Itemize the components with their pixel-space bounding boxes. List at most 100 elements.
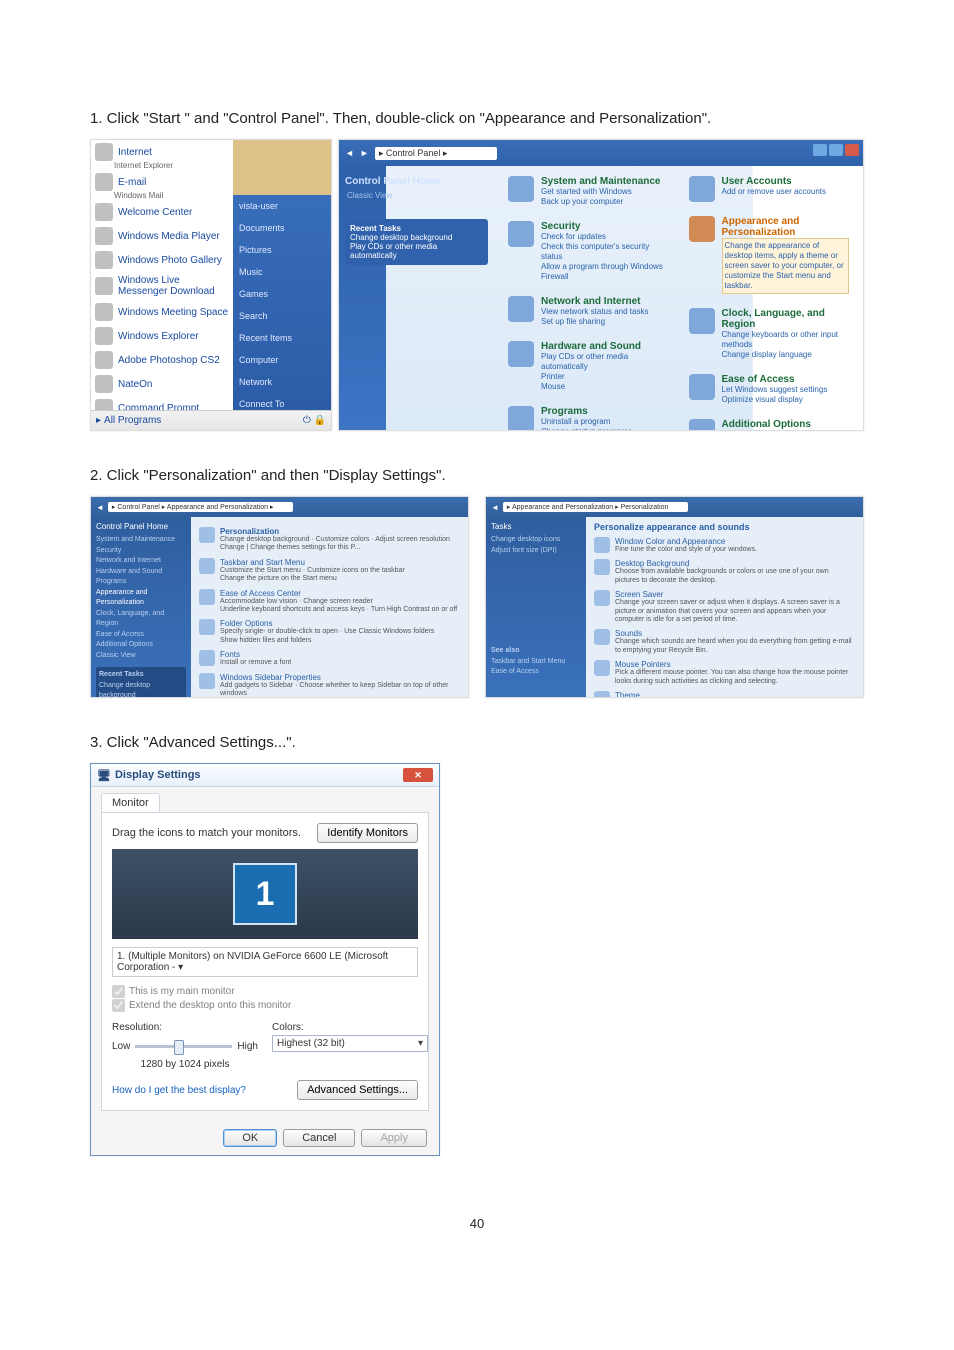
ap-side-item[interactable]: Security: [96, 546, 186, 557]
sm-gallery[interactable]: Windows Photo Gallery: [91, 248, 233, 272]
sm-pictures[interactable]: Pictures: [233, 239, 331, 261]
ap-taskbar[interactable]: Taskbar and Start MenuCustomize the Star…: [199, 558, 460, 584]
cp-cat-addl[interactable]: Additional Options: [689, 419, 850, 431]
sm-ps[interactable]: Adobe Photoshop CS2: [91, 348, 233, 372]
pz-see-item[interactable]: Taskbar and Start Menu: [491, 658, 565, 665]
sm-search[interactable]: Search: [233, 305, 331, 327]
ap-sidebar[interactable]: Windows Sidebar PropertiesAdd gadgets to…: [199, 673, 460, 698]
ap-side-item[interactable]: Hardware and Sound: [96, 567, 186, 578]
slider-track[interactable]: [135, 1045, 232, 1048]
ap-ease[interactable]: Ease of Access CenterAccommodate low vis…: [199, 589, 460, 615]
power-buttons[interactable]: ⏻ 🔒: [303, 415, 326, 426]
window-controls[interactable]: [813, 144, 859, 156]
cp-cat-hardware[interactable]: Hardware and SoundPlay CDs or other medi…: [508, 341, 669, 392]
pz-theme[interactable]: ThemeChange the theme. Themes can change…: [594, 691, 855, 698]
ap-side-item[interactable]: System and Maintenance: [96, 535, 186, 546]
cp-cat-users[interactable]: User AccountsAdd or remove user accounts: [689, 176, 850, 202]
sm-welcome[interactable]: Welcome Center: [91, 200, 233, 224]
sm-meeting[interactable]: Windows Meeting Space: [91, 300, 233, 324]
sm-games[interactable]: Games: [233, 283, 331, 305]
ap-side-home[interactable]: Control Panel Home: [96, 521, 186, 533]
ap-side-item[interactable]: Programs: [96, 577, 186, 588]
ap-address[interactable]: ◄ ▸ Control Panel ▸ Appearance and Perso…: [91, 497, 468, 517]
resolution-slider[interactable]: Low High: [112, 1035, 258, 1057]
ap-side-item-active[interactable]: Appearance and Personalization: [96, 588, 186, 609]
cp-cat-links[interactable]: Check for updates Check this computer's …: [541, 232, 669, 282]
ap-side-classic[interactable]: Classic View: [96, 651, 186, 662]
ap-recent-item[interactable]: Change desktop background: [99, 682, 150, 699]
sm-recent[interactable]: Recent Items: [233, 327, 331, 349]
cp-cat-network[interactable]: Network and InternetView network status …: [508, 296, 669, 327]
cp-cat-appearance[interactable]: Appearance and PersonalizationChange the…: [689, 216, 850, 294]
pz-mouse[interactable]: Mouse PointersPick a different mouse poi…: [594, 660, 855, 686]
ap-side-item[interactable]: Clock, Language, and Region: [96, 609, 186, 630]
sm-music[interactable]: Music: [233, 261, 331, 283]
ap-side-item[interactable]: Ease of Access: [96, 630, 186, 641]
cp-addressbar[interactable]: ◄ ► ▸ Control Panel ▸: [339, 140, 863, 166]
advanced-settings-button[interactable]: Advanced Settings...: [297, 1080, 418, 1100]
pz-bg[interactable]: Desktop BackgroundChoose from available …: [594, 559, 855, 585]
help-link[interactable]: How do I get the best display?: [112, 1085, 246, 1096]
cp-cat-access[interactable]: Ease of AccessLet Windows suggest settin…: [689, 374, 850, 405]
ap-item-desc[interactable]: Specify single- or double-click to open …: [220, 628, 434, 645]
sm-nateon[interactable]: NateOn: [91, 372, 233, 396]
sm-messenger[interactable]: Windows Live Messenger Download: [91, 272, 233, 300]
cancel-button[interactable]: Cancel: [283, 1129, 355, 1147]
tab-monitor[interactable]: Monitor: [101, 793, 160, 812]
cp-cat-security[interactable]: SecurityCheck for updates Check this com…: [508, 221, 669, 282]
ap-side-item[interactable]: Network and Internet: [96, 556, 186, 567]
monitor-select[interactable]: 1. (Multiple Monitors) on NVIDIA GeForce…: [112, 947, 418, 977]
pz-item-title: Sounds: [615, 629, 855, 638]
cp-cat-links[interactable]: View network status and tasks Set up fil…: [541, 307, 648, 327]
ap-item-desc[interactable]: Customize the Start menu · Customize ico…: [220, 567, 405, 584]
sm-network[interactable]: Network: [233, 371, 331, 393]
monitor-1[interactable]: 1: [233, 863, 297, 925]
pz-side-item[interactable]: Change desktop icons: [491, 535, 581, 546]
pz-wincolor[interactable]: Window Color and AppearanceFine tune the…: [594, 537, 855, 554]
cp-classic-link[interactable]: Classic View: [347, 191, 488, 201]
ap-side-item[interactable]: Additional Options: [96, 640, 186, 651]
cp-cat-links[interactable]: Uninstall a program Change startup progr…: [541, 417, 632, 431]
pz-side-item[interactable]: Adjust font size (DPI): [491, 546, 581, 557]
cp-home-link[interactable]: Control Panel Home: [345, 176, 488, 187]
cp-address[interactable]: ▸ Control Panel ▸: [375, 147, 498, 160]
sm-documents[interactable]: Documents: [233, 217, 331, 239]
ok-button[interactable]: OK: [223, 1129, 277, 1147]
ap-item-desc[interactable]: Install or remove a font: [220, 659, 291, 667]
cp-cat-links[interactable]: Get started with Windows Back up your co…: [541, 187, 660, 207]
cp-cat-links[interactable]: Let Windows suggest settings Optimize vi…: [722, 385, 828, 405]
ap-folder[interactable]: Folder OptionsSpecify single- or double-…: [199, 619, 460, 645]
cp-cat-clock[interactable]: Clock, Language, and RegionChange keyboa…: [689, 308, 850, 360]
ap-item-desc[interactable]: Accommodate low vision · Change screen r…: [220, 598, 457, 615]
apply-button[interactable]: Apply: [361, 1129, 427, 1147]
identify-monitors-button[interactable]: Identify Monitors: [317, 823, 418, 843]
close-button[interactable]: ✕: [403, 768, 433, 782]
back-icon[interactable]: ◄: [96, 503, 104, 512]
cp-cat-programs[interactable]: ProgramsUninstall a program Change start…: [508, 406, 669, 431]
ap-fonts[interactable]: FontsInstall or remove a font: [199, 650, 460, 667]
back-icon[interactable]: ◄: [345, 148, 354, 158]
slider-thumb[interactable]: [174, 1040, 184, 1055]
forward-icon[interactable]: ►: [360, 148, 369, 158]
addl-icon: [689, 419, 715, 431]
cp-cat-links[interactable]: Play CDs or other media automatically Pr…: [541, 352, 669, 392]
cp-cat-links[interactable]: Change keyboards or other input methods …: [722, 330, 850, 360]
pz-address[interactable]: ◄ ▸ Appearance and Personalization ▸ Per…: [486, 497, 863, 517]
cp-recent-items[interactable]: Change desktop background Play CDs or ot…: [350, 233, 452, 260]
sm-explorer[interactable]: Windows Explorer: [91, 324, 233, 348]
monitor-stage[interactable]: 1: [112, 849, 418, 939]
ap-personalization[interactable]: PersonalizationChange desktop background…: [199, 527, 460, 553]
sm-user[interactable]: vista-user: [233, 195, 331, 217]
cp-cat-links[interactable]: Add or remove user accounts: [722, 187, 827, 197]
all-programs[interactable]: All Programs: [104, 415, 161, 426]
sm-wmp[interactable]: Windows Media Player: [91, 224, 233, 248]
ap-item-desc[interactable]: Change desktop background · Customize co…: [220, 536, 450, 553]
pz-scrnsvr[interactable]: Screen SaverChange your screen saver or …: [594, 590, 855, 624]
pz-see-item[interactable]: Ease of Access: [491, 668, 539, 675]
sm-computer[interactable]: Computer: [233, 349, 331, 371]
back-icon[interactable]: ◄: [491, 503, 499, 512]
cp-cat-system[interactable]: System and MaintenanceGet started with W…: [508, 176, 669, 207]
pz-sounds[interactable]: SoundsChange which sounds are heard when…: [594, 629, 855, 655]
colors-select[interactable]: Highest (32 bit): [272, 1035, 428, 1052]
ap-item-desc[interactable]: Add gadgets to Sidebar · Choose whether …: [220, 682, 460, 698]
